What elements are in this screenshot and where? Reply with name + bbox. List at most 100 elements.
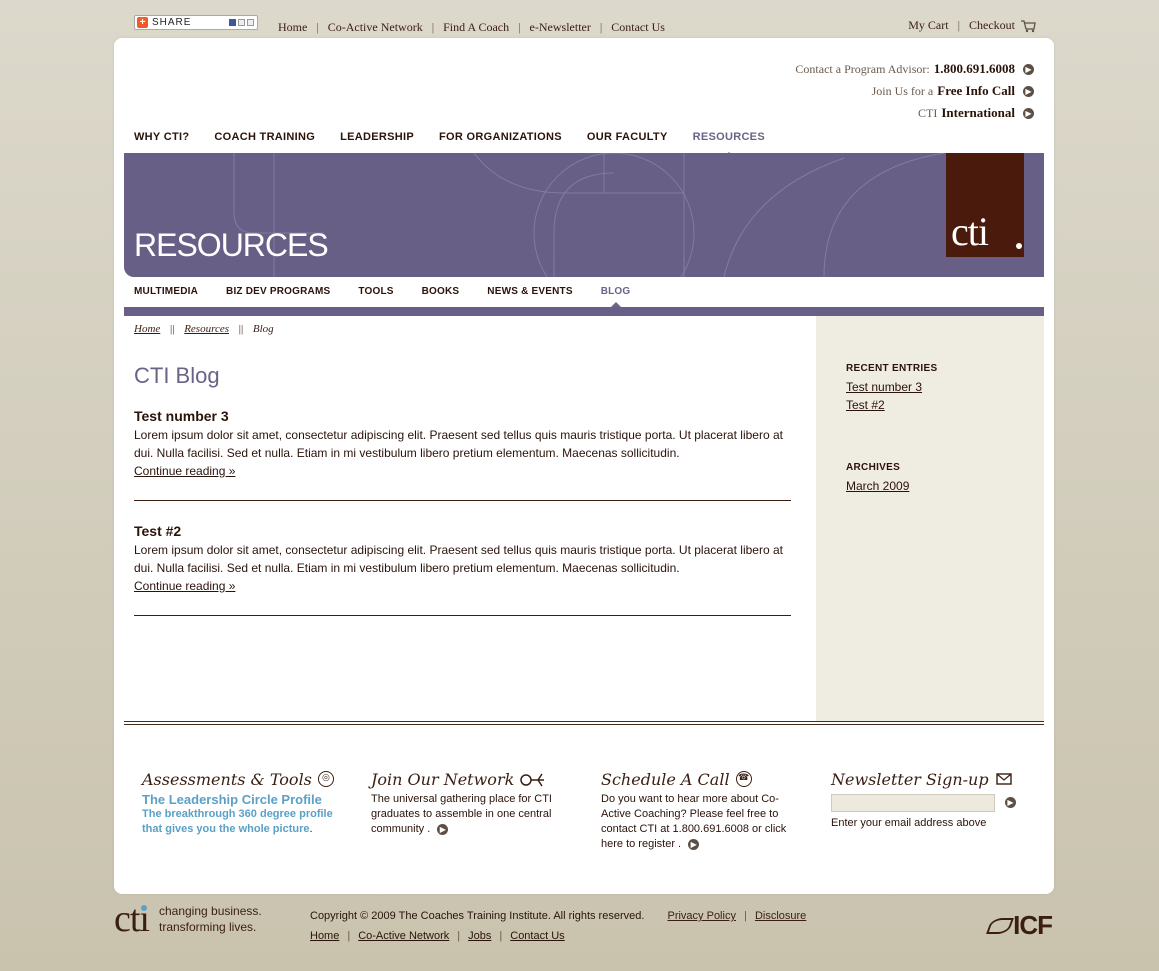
promo-schedule-call: Schedule A Call ☎ Do you want to hear mo… (601, 766, 797, 852)
post-divider (134, 500, 791, 501)
newsletter-hint: Enter your email address above (831, 817, 987, 829)
phone-icon: ☎ (735, 771, 752, 787)
leadership-circle-link[interactable]: The Leadership Circle Profile (142, 792, 342, 807)
newsletter-email-input[interactable] (831, 794, 995, 812)
blog-post: Test number 3 Lorem ipsum dolor sit amet… (134, 408, 791, 501)
subnav-multimedia[interactable]: MULTIMEDIA (134, 286, 198, 297)
mainnav-resources[interactable]: RESOURCES (693, 131, 765, 157)
promo-network: Join Our Network The universal gathering… (371, 766, 561, 837)
service-icon (247, 19, 254, 26)
target-icon: ◎ (317, 771, 334, 787)
footer-contact-us-link[interactable]: Contact Us (510, 930, 564, 942)
cart-nav: My Cart | Checkout (908, 18, 1036, 33)
breadcrumb: Home || Resources || Blog (134, 323, 274, 335)
copyright: Copyright © 2009 The Coaches Training In… (310, 910, 807, 922)
main-panel: Contact a Program Advisor: 1.800.691.600… (114, 38, 1054, 894)
footer-jobs-link[interactable]: Jobs (468, 930, 491, 942)
icf-logo[interactable]: ICF (986, 910, 1053, 941)
arrow-right-icon[interactable]: ▶ (688, 839, 700, 850)
subnav-news-events[interactable]: NEWS & EVENTS (487, 286, 572, 297)
page-title: CTI Blog (134, 363, 220, 388)
cti-logo[interactable]: cti (946, 153, 1024, 257)
service-icon (229, 19, 236, 26)
post-body: Lorem ipsum dolor sit amet, consectetur … (134, 428, 783, 460)
arrow-right-icon: ▶ (1023, 85, 1034, 97)
footer-home-link[interactable]: Home (310, 930, 339, 942)
footer-co-active-network-link[interactable]: Co-Active Network (358, 930, 449, 942)
privacy-policy-link[interactable]: Privacy Policy (667, 910, 735, 922)
newsletter-heading: Newsletter Sign-up (831, 766, 1031, 792)
promo-newsletter: Newsletter Sign-up ▶ Enter your email ad… (831, 766, 1031, 831)
footer-logo[interactable]: cti changing business. transforming live… (114, 900, 262, 938)
subnav-books[interactable]: BOOKS (422, 286, 460, 297)
section-banner: RESOURCES cti (124, 153, 1044, 277)
main-nav: WHY CTI? COACH TRAINING LEADERSHIP FOR O… (134, 131, 790, 157)
sub-nav: MULTIMEDIA BIZ DEV PROGRAMS TOOLS BOOKS … (134, 286, 658, 307)
share-button[interactable]: + SHARE (134, 15, 258, 30)
recent-entry-link[interactable]: Test #2 (846, 396, 937, 414)
topnav-e-newsletter[interactable]: e-Newsletter (530, 20, 591, 35)
subnav-biz-dev-programs[interactable]: BIZ DEV PROGRAMS (226, 286, 330, 297)
icf-leaf-icon (986, 917, 1015, 934)
my-cart-link[interactable]: My Cart (908, 18, 948, 33)
checkout-link[interactable]: Checkout (969, 18, 1015, 33)
arrow-right-icon: ▶ (1023, 63, 1034, 75)
mainnav-why-cti[interactable]: WHY CTI? (134, 131, 189, 143)
cart-icon (1021, 19, 1036, 32)
copyright-text: Copyright © 2009 The Coaches Training In… (310, 910, 645, 922)
arrow-right-icon: ▶ (1023, 107, 1034, 119)
service-icon (238, 19, 245, 26)
mainnav-for-organizations[interactable]: FOR ORGANIZATIONS (439, 131, 562, 143)
archive-link[interactable]: March 2009 (846, 477, 909, 495)
share-label: SHARE (152, 17, 192, 28)
archives-heading: ARCHIVES (846, 462, 901, 473)
assessments-heading: Assessments & Tools ◎ (142, 766, 342, 792)
subnav-blog[interactable]: BLOG (601, 286, 631, 307)
recent-entry-link[interactable]: Test number 3 (846, 378, 937, 396)
footer-cti-logo: cti (114, 898, 150, 940)
mainnav-leadership[interactable]: LEADERSHIP (340, 131, 414, 143)
continue-reading-link[interactable]: Continue reading » (134, 464, 235, 478)
leadership-circle-desc[interactable]: The breakthrough 360 degree profile that… (142, 808, 333, 835)
network-icon (520, 773, 545, 787)
network-heading: Join Our Network (371, 766, 561, 792)
share-services-icons (229, 19, 257, 26)
schedule-call-heading: Schedule A Call ☎ (601, 766, 797, 792)
post-title[interactable]: Test #2 (134, 523, 791, 539)
disclosure-link[interactable]: Disclosure (755, 910, 806, 922)
mainnav-our-faculty[interactable]: OUR FACULTY (587, 131, 668, 143)
advisor-contact[interactable]: Contact a Program Advisor: 1.800.691.600… (795, 58, 1034, 80)
topnav-find-a-coach[interactable]: Find A Coach (443, 20, 509, 35)
subnav-divider (124, 307, 1044, 316)
post-divider (134, 615, 791, 616)
advisor-phone: 1.800.691.6008 (933, 61, 1015, 76)
breadcrumb-current: Blog (252, 323, 274, 335)
archives: ARCHIVES March 2009 (846, 462, 909, 495)
plus-icon: + (137, 17, 148, 28)
top-utility-bar: + SHARE Home | Co-Active Network | Find … (114, 10, 1054, 38)
topnav-home[interactable]: Home (278, 20, 307, 35)
arrow-right-icon[interactable]: ▶ (437, 824, 449, 835)
breadcrumb-home[interactable]: Home (134, 323, 160, 335)
footer-nav: Home | Co-Active Network | Jobs | Contac… (310, 930, 565, 942)
footer-divider (124, 721, 1044, 725)
subnav-tools[interactable]: TOOLS (358, 286, 393, 297)
top-nav: Home | Co-Active Network | Find A Coach … (278, 20, 665, 35)
newsletter-submit-button[interactable]: ▶ (1005, 796, 1016, 808)
breadcrumb-resources[interactable]: Resources (184, 323, 229, 335)
blog-post: Test #2 Lorem ipsum dolor sit amet, cons… (134, 523, 791, 616)
sidebar: RECENT ENTRIES Test number 3 Test #2 ARC… (816, 316, 1044, 722)
continue-reading-link[interactable]: Continue reading » (134, 579, 235, 593)
footer-tagline: changing business. transforming lives. (158, 904, 262, 934)
envelope-icon (995, 773, 1012, 785)
recent-entries: RECENT ENTRIES Test number 3 Test #2 (846, 363, 937, 414)
post-body: Lorem ipsum dolor sit amet, consectetur … (134, 543, 783, 575)
free-info-call-link[interactable]: Join Us for a Free Info Call ▶ (795, 80, 1034, 102)
contact-links: Contact a Program Advisor: 1.800.691.600… (795, 58, 1034, 124)
network-body: The universal gathering place for CTI gr… (371, 793, 552, 835)
post-title[interactable]: Test number 3 (134, 408, 791, 424)
topnav-contact-us[interactable]: Contact Us (611, 20, 665, 35)
cti-international-link[interactable]: CTI International ▶ (795, 102, 1034, 124)
topnav-co-active-network[interactable]: Co-Active Network (328, 20, 423, 35)
mainnav-coach-training[interactable]: COACH TRAINING (214, 131, 315, 143)
